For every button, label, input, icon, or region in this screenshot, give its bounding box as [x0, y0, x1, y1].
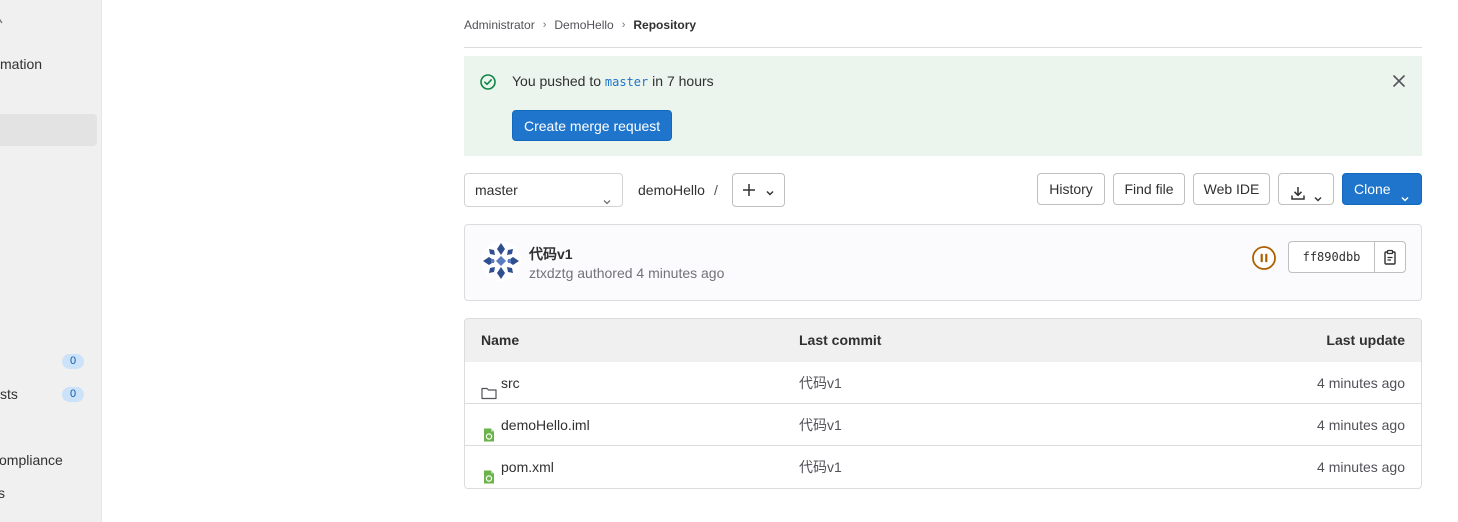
- sidebar-item-merge-requests[interactable]: sts 0: [0, 378, 97, 410]
- commit-sha-label[interactable]: ff890dbb: [1289, 242, 1375, 272]
- chevron-down-icon: [1313, 184, 1323, 214]
- path-separator: /: [714, 182, 718, 198]
- repository-path-link[interactable]: demoHello: [638, 173, 705, 207]
- sidebar-item-compliance[interactable]: ompliance: [0, 444, 97, 476]
- breadcrumb-current: Repository: [633, 18, 697, 32]
- row-last-update: 4 minutes ago: [1317, 375, 1405, 391]
- download-icon: [1290, 181, 1306, 211]
- plus-icon: [742, 183, 756, 200]
- history-button[interactable]: History: [1037, 173, 1105, 205]
- merge-requests-count-badge: 0: [62, 387, 84, 402]
- repository-toolbar: master demoHello / History Find file Web…: [464, 173, 1422, 207]
- sidebar-item-information[interactable]: mation: [0, 48, 97, 80]
- branch-selector-value: master: [475, 182, 518, 198]
- sidebar-partial-glyph: [0, 6, 4, 38]
- table-row[interactable]: src 代码v1 4 minutes ago: [465, 362, 1421, 404]
- pipeline-paused-icon[interactable]: [1251, 245, 1277, 271]
- folder-icon: [481, 375, 497, 400]
- row-last-update: 4 minutes ago: [1317, 459, 1405, 475]
- check-circle-icon: [480, 74, 496, 90]
- commit-meta: ztxdztg authored 4 minutes ago: [529, 265, 725, 281]
- sidebar-item-issues[interactable]: 0: [0, 345, 97, 377]
- sidebar-item-repository[interactable]: [0, 114, 97, 146]
- file-icon: [481, 417, 497, 442]
- chevron-right-icon: ›: [621, 19, 626, 31]
- row-commit-link[interactable]: 代码v1: [799, 362, 842, 404]
- download-dropdown-button[interactable]: [1278, 173, 1334, 205]
- find-file-button[interactable]: Find file: [1113, 173, 1185, 205]
- issues-count-badge: 0: [62, 354, 84, 369]
- sidebar-item-settings[interactable]: s: [0, 477, 97, 509]
- row-commit-link[interactable]: 代码v1: [799, 404, 842, 446]
- push-alert: You pushed to master in 7 hours Create m…: [464, 56, 1422, 156]
- left-sidebar: mation 0 sts 0 ompliance s: [0, 0, 102, 522]
- file-link-src[interactable]: src: [501, 362, 520, 404]
- chevron-down-icon: [765, 185, 775, 201]
- file-icon: [481, 459, 497, 484]
- row-last-update: 4 minutes ago: [1317, 417, 1405, 433]
- alert-message: You pushed to master in 7 hours: [512, 73, 714, 89]
- column-header-name: Name: [481, 332, 520, 348]
- column-header-last-commit: Last commit: [799, 332, 882, 348]
- breadcrumb-divider: [464, 47, 1422, 48]
- commit-time: 4 minutes ago: [636, 265, 725, 281]
- last-commit-panel: 代码v1 ztxdztg authored 4 minutes ago ff89…: [464, 224, 1422, 301]
- avatar[interactable]: [481, 241, 521, 281]
- sidebar-item-label: ompliance: [0, 452, 63, 468]
- file-tree-table: Name Last commit Last update src 代码v1 4 …: [464, 318, 1422, 489]
- close-icon[interactable]: [1392, 74, 1406, 88]
- clone-button[interactable]: Clone: [1342, 173, 1422, 205]
- chevron-right-icon: ›: [542, 19, 547, 31]
- file-name-cell: demoHello.iml: [481, 404, 590, 446]
- file-link-pom-xml[interactable]: pom.xml: [501, 446, 554, 488]
- file-name-cell: src: [481, 362, 520, 404]
- row-commit-link[interactable]: 代码v1: [799, 446, 842, 488]
- file-link-demohello-iml[interactable]: demoHello.iml: [501, 404, 590, 446]
- column-header-last-update: Last update: [1326, 332, 1405, 348]
- web-ide-button[interactable]: Web IDE: [1193, 173, 1270, 205]
- branch-selector[interactable]: master: [464, 173, 623, 207]
- add-file-dropdown-button[interactable]: [732, 173, 785, 207]
- copy-icon: [1382, 249, 1398, 268]
- table-row[interactable]: demoHello.iml 代码v1 4 minutes ago: [465, 404, 1421, 446]
- chevron-down-icon: [602, 186, 612, 205]
- sidebar-item-label: sts: [0, 386, 18, 402]
- alert-branch-name: master: [604, 75, 649, 89]
- breadcrumb: Administrator › DemoHello › Repository: [464, 16, 696, 34]
- file-table-header: Name Last commit Last update: [465, 319, 1421, 363]
- commit-sha-group: ff890dbb: [1288, 241, 1406, 273]
- create-merge-request-button[interactable]: Create merge request: [512, 110, 673, 141]
- clone-button-label: Clone: [1354, 181, 1391, 197]
- sidebar-item-label: s: [0, 477, 5, 509]
- table-row[interactable]: pom.xml 代码v1 4 minutes ago: [465, 446, 1421, 488]
- commit-author-link[interactable]: ztxdztg: [529, 265, 573, 281]
- chevron-down-icon: [1400, 184, 1410, 214]
- copy-sha-button[interactable]: [1375, 242, 1405, 272]
- file-name-cell: pom.xml: [481, 446, 554, 488]
- breadcrumb-project[interactable]: DemoHello: [554, 18, 613, 32]
- breadcrumb-administrator[interactable]: Administrator: [464, 18, 535, 32]
- commit-title-link[interactable]: 代码v1: [529, 244, 573, 264]
